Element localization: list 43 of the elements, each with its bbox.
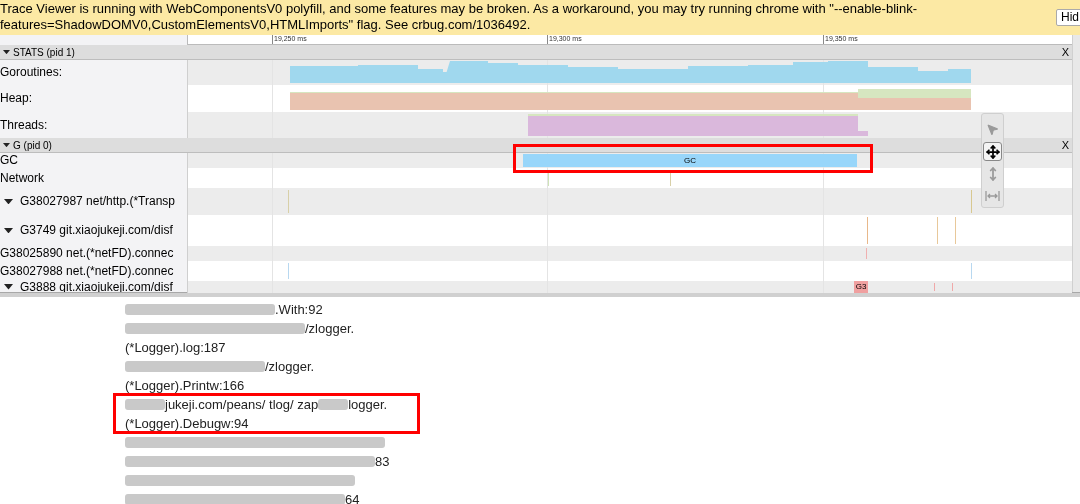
- event-slice[interactable]: G3: [854, 281, 868, 293]
- track-label: Goroutines:: [0, 64, 63, 81]
- track-label: Heap:: [0, 90, 33, 107]
- track-label: G3749 git.xiaojukeji.com/disf: [20, 222, 173, 239]
- expand-triangle-icon[interactable]: [4, 227, 13, 234]
- collapse-triangle-icon[interactable]: [3, 49, 10, 55]
- track-label: GC: [0, 153, 18, 168]
- timing-range-icon: [985, 190, 1000, 201]
- stack-frame-text: .With:92: [275, 300, 323, 319]
- pointer-icon: [986, 123, 999, 136]
- stack-frame-text: logger.: [348, 395, 388, 414]
- stack-frame-text: (*Logger).log:187: [125, 338, 226, 357]
- move-arrows-icon: [985, 144, 1000, 159]
- gc-slice[interactable]: GC: [523, 154, 857, 167]
- stack-frame-text: 83: [375, 452, 390, 471]
- close-button[interactable]: X: [1061, 43, 1069, 61]
- warning-text: Trace Viewer is running with WebComponentsV0 polyfill, and some features may be broken. As a workaround, you may try running chrome with "--enable-blink-features=ShadowDOMV0,CustomElementsV0,HTMLImports" flag. See crbug.com/1036492.: [0, 0, 918, 33]
- process-title: STATS (pid 1): [13, 45, 75, 60]
- track-label: G3888 git.xiaojukeji.com/disf: [20, 281, 173, 293]
- track-label: G38027987 net/http.(*Transp: [20, 193, 175, 210]
- event-tick[interactable]: [548, 170, 549, 186]
- track-label: G38025890 net.(*netFD).connec: [0, 246, 174, 261]
- event-tick[interactable]: [670, 170, 671, 186]
- track-label: Network: [0, 170, 44, 187]
- collapse-triangle-icon[interactable]: [3, 142, 10, 148]
- stack-frame-text: /zlogger.: [265, 357, 315, 376]
- process-header[interactable]: STATS (pid 1) X: [0, 45, 1072, 60]
- stack-frame-text: jukeji.com/peans/ tlog/ zap: [165, 395, 319, 414]
- track-label: G38027988 net.(*netFD).connec: [0, 263, 174, 280]
- stack-frame-text: /zlogger.: [305, 319, 355, 338]
- hide-button[interactable]: Hid: [1056, 9, 1080, 26]
- expand-triangle-icon[interactable]: [4, 284, 13, 290]
- tool-button[interactable]: [983, 142, 1002, 161]
- blurred-text-mark: [318, 399, 349, 410]
- stack-frame-text: (*Logger).Debugw:94: [125, 414, 249, 433]
- close-button[interactable]: X: [1061, 136, 1069, 154]
- scroll-bar[interactable]: [1072, 35, 1080, 292]
- stack-frame-text: 64: [345, 490, 360, 504]
- expand-triangle-icon[interactable]: [4, 198, 13, 205]
- stack-frame-text: (*Logger).Printw:166: [125, 376, 245, 395]
- blurred-text-mark: [125, 399, 165, 410]
- track-label: Threads:: [0, 117, 48, 134]
- process-title: G (pid 0): [13, 138, 52, 153]
